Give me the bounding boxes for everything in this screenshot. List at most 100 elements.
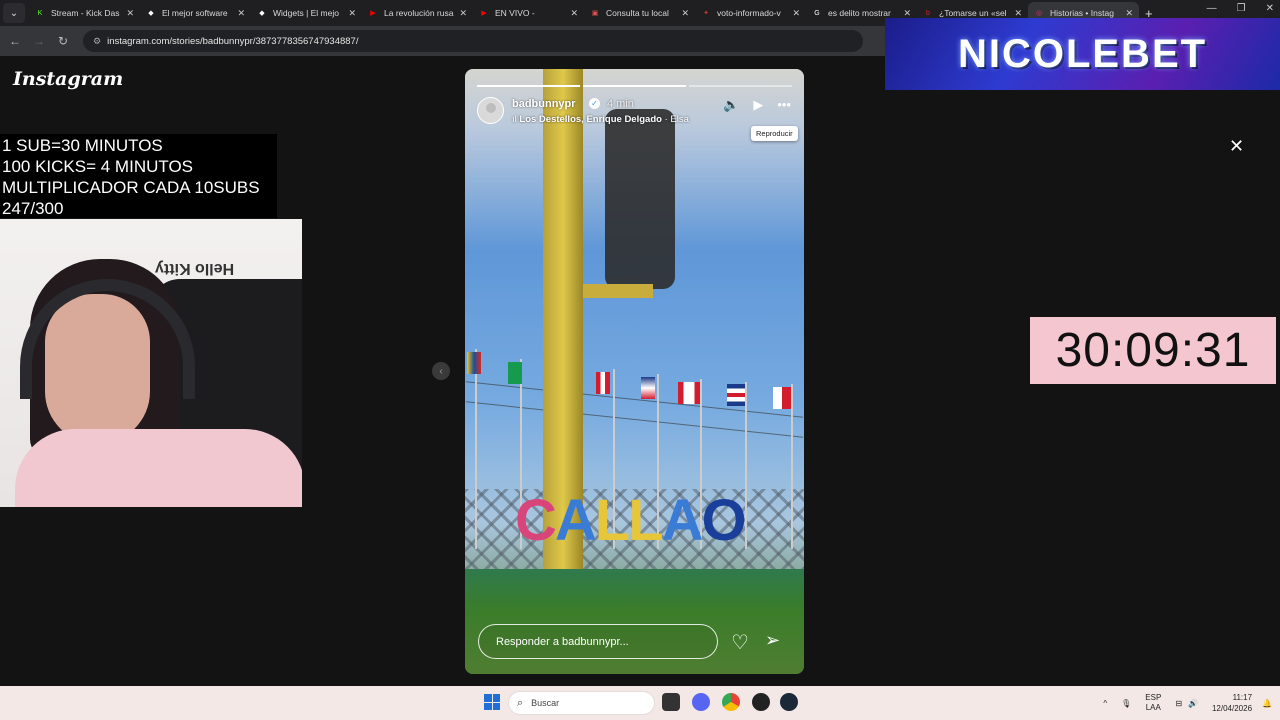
tab-favicon-icon: K bbox=[37, 9, 43, 17]
tab-close-icon[interactable]: ✕ bbox=[1014, 8, 1022, 19]
reply-placeholder: Responder a badbunnypr... bbox=[496, 635, 629, 648]
music-artist: Los Destellos, Enrique Delgado bbox=[519, 114, 662, 125]
language-indicator[interactable]: ESP LAA bbox=[1145, 693, 1161, 713]
browser-tab[interactable]: ◆ El mejor software ✕ bbox=[140, 2, 251, 24]
tab-title: Stream - Kick Das bbox=[51, 8, 120, 18]
site-info-icon[interactable]: ⚙ bbox=[93, 36, 101, 47]
task-view-icon[interactable] bbox=[662, 693, 680, 711]
tab-favicon-icon: b bbox=[926, 9, 930, 17]
tab-close-icon[interactable]: ✕ bbox=[348, 8, 356, 19]
clock-date: 12/04/2026 bbox=[1211, 704, 1253, 713]
tab-title: EN VIVO - bbox=[495, 8, 535, 18]
flagpole bbox=[475, 349, 477, 549]
close-window-button[interactable]: ✕ bbox=[1266, 3, 1274, 14]
tray-chevron-icon[interactable]: ^ bbox=[1103, 699, 1107, 708]
reload-button[interactable]: ↻ bbox=[51, 34, 75, 48]
story-progress-bar bbox=[477, 85, 792, 87]
tab-close-icon[interactable]: ✕ bbox=[792, 8, 800, 19]
browser-tab[interactable]: ◆ Widgets | El mejo ✕ bbox=[251, 2, 362, 24]
tab-title: La revolución rusa bbox=[384, 8, 454, 18]
more-options-icon[interactable]: ••• bbox=[777, 97, 791, 113]
browser-tab[interactable]: ✦ voto-informado-v ✕ bbox=[695, 2, 806, 24]
browser-tab[interactable]: ▶ EN VIVO - ✕ bbox=[473, 2, 584, 24]
microphone-icon[interactable]: 🎙 bbox=[1121, 699, 1131, 708]
mute-icon[interactable]: 🔈 bbox=[723, 97, 739, 113]
steam-icon[interactable] bbox=[780, 693, 798, 711]
music-info[interactable]: ıl Los Destellos, Enrique Delgado · Elsa bbox=[512, 114, 689, 125]
story-header: badbunnypr ✓ 4 min ıl Los Destellos, Enr… bbox=[477, 97, 797, 131]
instagram-logo[interactable]: Instagram bbox=[13, 68, 123, 90]
flag bbox=[773, 387, 791, 409]
obs-icon[interactable] bbox=[752, 693, 770, 711]
tab-title: Widgets | El mejo bbox=[273, 8, 339, 18]
nicolebet-banner: NICOLEBET bbox=[885, 18, 1280, 90]
progress-segment bbox=[477, 85, 580, 87]
forward-button[interactable]: → bbox=[27, 34, 51, 48]
tab-close-icon[interactable]: ✕ bbox=[681, 8, 689, 19]
notification-icon[interactable]: 🔔 bbox=[1262, 699, 1272, 708]
browser-tab[interactable]: K Stream - Kick Das ✕ bbox=[29, 2, 140, 24]
flag bbox=[467, 352, 481, 374]
minimize-button[interactable]: — bbox=[1207, 3, 1217, 14]
tab-favicon-icon: ▶ bbox=[370, 10, 376, 17]
webcam-wall-text: Hello Kitty bbox=[155, 260, 235, 277]
tab-close-icon[interactable]: ✕ bbox=[459, 8, 467, 19]
music-separator: · bbox=[664, 114, 668, 125]
tab-favicon-icon: ▣ bbox=[591, 10, 599, 17]
sub-line: MULTIPLICADOR CADA 10SUBS bbox=[2, 178, 260, 197]
flag bbox=[641, 377, 655, 399]
tab-favicon-icon: ▶ bbox=[481, 10, 487, 17]
chrome-icon[interactable] bbox=[722, 693, 740, 711]
clock[interactable]: 11:17 12/04/2026 bbox=[1212, 692, 1252, 714]
network-icon[interactable]: ⊟ bbox=[1175, 699, 1182, 708]
browser-tab[interactable]: ▶ La revolución rusa ✕ bbox=[362, 2, 473, 24]
flag bbox=[596, 372, 610, 394]
maximize-button[interactable]: ❐ bbox=[1237, 3, 1246, 14]
page-content: Instagram 1 SUB=30 MINUTOS 100 KICKS= 4 … bbox=[0, 56, 1280, 686]
discord-icon[interactable] bbox=[692, 693, 710, 711]
tab-favicon-icon: ✦ bbox=[703, 10, 709, 17]
taskbar-search-placeholder: Buscar bbox=[531, 698, 560, 708]
tab-favicon-icon: ◆ bbox=[148, 10, 154, 17]
sign-letter: O bbox=[701, 488, 747, 553]
like-heart-icon[interactable]: ♡ bbox=[731, 630, 749, 655]
send-icon[interactable]: ➢ bbox=[765, 630, 780, 651]
music-bars-icon: ıl bbox=[512, 114, 517, 125]
url-field[interactable]: ⚙ instagram.com/stories/badbunnypr/38737… bbox=[83, 30, 863, 52]
close-story-icon[interactable]: ✕ bbox=[1229, 136, 1244, 157]
story-viewer[interactable]: CALLAO badbunnypr ✓ 4 min ıl Los Destell… bbox=[465, 69, 804, 674]
tab-close-icon[interactable]: ✕ bbox=[903, 8, 911, 19]
webcam-feed: Hello Kitty bbox=[0, 219, 302, 507]
sign-letter: L bbox=[594, 488, 630, 553]
tab-close-icon[interactable]: ✕ bbox=[126, 8, 134, 19]
previous-story-button[interactable]: ‹ bbox=[432, 362, 450, 380]
tab-close-icon[interactable]: ✕ bbox=[1125, 8, 1133, 19]
tab-title: es delito mostrar bbox=[828, 8, 891, 18]
tab-title: Historias • Instag bbox=[1050, 8, 1114, 18]
sub-line: 100 KICKS= 4 MINUTOS bbox=[2, 157, 194, 176]
window-controls: — ❐ ✕ bbox=[1207, 3, 1274, 14]
tab-title: El mejor software bbox=[162, 8, 228, 18]
tab-search-button[interactable]: ⌄ bbox=[3, 3, 25, 23]
story-username[interactable]: badbunnypr bbox=[512, 98, 576, 110]
reply-input[interactable]: Responder a badbunnypr... bbox=[478, 624, 718, 659]
taskbar-search[interactable]: ⌕ Buscar bbox=[508, 691, 655, 715]
avatar[interactable] bbox=[477, 97, 504, 124]
stream-timer: 30:09:31 bbox=[1030, 317, 1276, 384]
back-button[interactable]: ← bbox=[3, 34, 27, 48]
flag bbox=[678, 382, 700, 404]
tab-close-icon[interactable]: ✕ bbox=[570, 8, 578, 19]
lang-top: ESP bbox=[1145, 693, 1162, 702]
browser-tab[interactable]: ▣ Consulta tu local ✕ bbox=[584, 2, 695, 24]
tab-title: Consulta tu local bbox=[606, 8, 669, 18]
play-icon[interactable]: ▶ bbox=[753, 97, 763, 113]
callao-sign: CALLAO bbox=[515, 487, 747, 554]
tab-close-icon[interactable]: ✕ bbox=[237, 8, 245, 19]
tab-favicon-icon: G bbox=[814, 9, 820, 17]
music-song: Elsa bbox=[670, 114, 689, 125]
windows-start-icon[interactable] bbox=[484, 694, 500, 710]
clock-time: 11:17 bbox=[1232, 693, 1253, 702]
tab-favicon-icon: ◆ bbox=[259, 10, 265, 17]
flag bbox=[727, 384, 745, 406]
volume-icon[interactable]: 🔊 bbox=[1188, 699, 1198, 708]
